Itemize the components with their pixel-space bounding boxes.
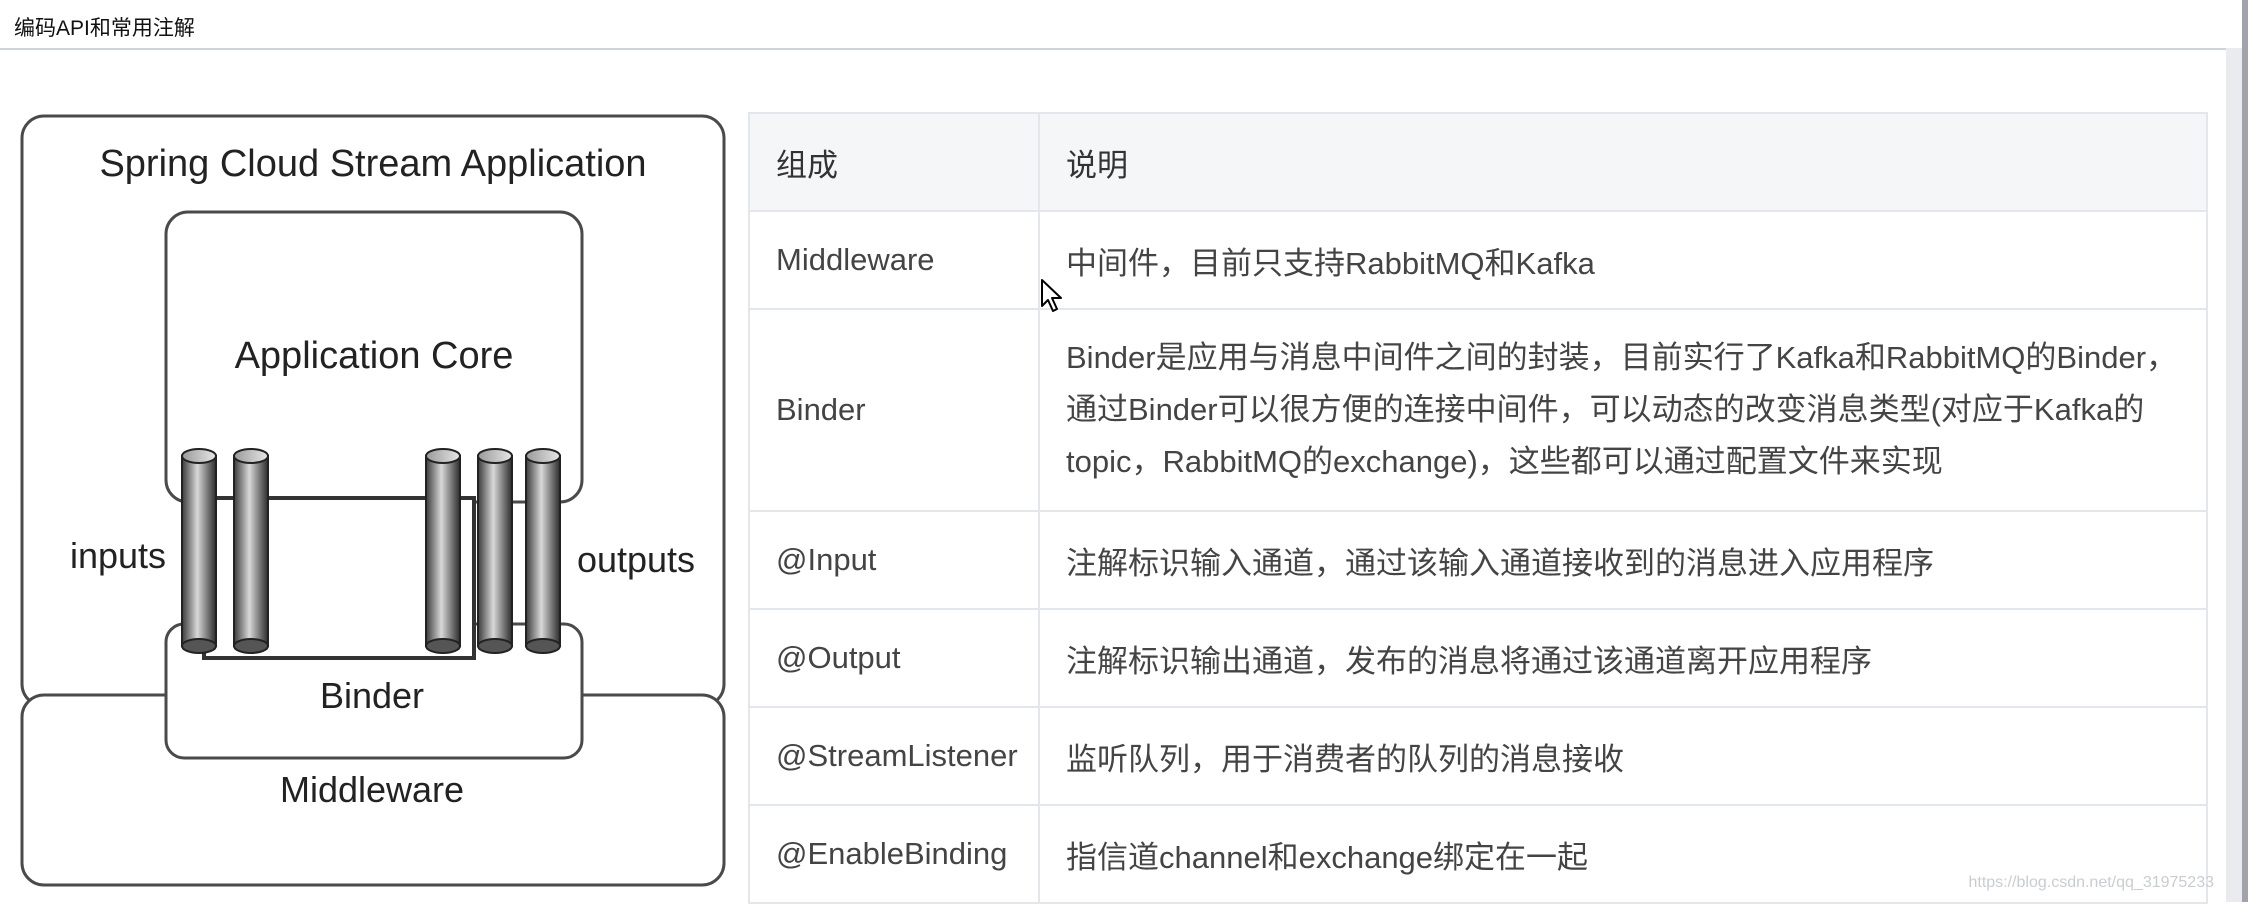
annotation-table: 组成 说明 Middleware 中间件，目前只支持RabbitMQ和Kafka… bbox=[748, 112, 2208, 904]
output-channel-1 bbox=[425, 448, 461, 654]
annotation-table-container: 组成 说明 Middleware 中间件，目前只支持RabbitMQ和Kafka… bbox=[748, 112, 2208, 904]
row-description: Binder是应用与消息中间件之间的封装，目前实行了Kafka和RabbitMQ… bbox=[1038, 308, 2208, 512]
architecture-diagram: Spring Cloud Stream Application Applicat… bbox=[18, 112, 728, 890]
row-name: Middleware bbox=[748, 210, 1040, 310]
table-row: @Output 注解标识输出通道，发布的消息将通过该通道离开应用程序 bbox=[748, 608, 2208, 708]
header-description: 说明 bbox=[1038, 112, 2208, 212]
scroll-track[interactable] bbox=[2226, 48, 2242, 902]
header-component: 组成 bbox=[748, 112, 1040, 212]
table-row: @StreamListener 监听队列，用于消费者的队列的消息接收 bbox=[748, 706, 2208, 806]
window-edge bbox=[2242, 0, 2248, 902]
row-name: @StreamListener bbox=[748, 706, 1040, 806]
row-description: 中间件，目前只支持RabbitMQ和Kafka bbox=[1038, 210, 2208, 310]
watermark: https://blog.csdn.net/qq_31975233 bbox=[1968, 874, 2214, 891]
input-channel-1 bbox=[181, 448, 217, 654]
diagram-inputs-label: inputs bbox=[70, 535, 166, 576]
input-channel-2 bbox=[233, 448, 269, 654]
window-title: 编码API和常用注解 bbox=[14, 17, 195, 40]
row-name: Binder bbox=[748, 308, 1040, 512]
row-description: 注解标识输出通道，发布的消息将通过该通道离开应用程序 bbox=[1038, 608, 2208, 708]
row-name: @Input bbox=[748, 510, 1040, 610]
row-description: 监听队列，用于消费者的队列的消息接收 bbox=[1038, 706, 2208, 806]
table-header-row: 组成 说明 bbox=[748, 112, 2208, 212]
diagram-binder-label: Binder bbox=[320, 675, 424, 716]
diagram-middleware-label: Middleware bbox=[280, 769, 464, 810]
diagram-outer-title: Spring Cloud Stream Application bbox=[99, 143, 646, 185]
table-row: Binder Binder是应用与消息中间件之间的封装，目前实行了Kafka和R… bbox=[748, 308, 2208, 512]
row-description: 注解标识输入通道，通过该输入通道接收到的消息进入应用程序 bbox=[1038, 510, 2208, 610]
diagram-core-label: Application Core bbox=[235, 335, 514, 377]
title-bar: 编码API和常用注解 bbox=[0, 0, 2248, 50]
mouse-cursor-icon bbox=[1040, 278, 1066, 319]
output-channel-3 bbox=[525, 448, 561, 654]
table-row: @Input 注解标识输入通道，通过该输入通道接收到的消息进入应用程序 bbox=[748, 510, 2208, 610]
row-name: @Output bbox=[748, 608, 1040, 708]
table-row: Middleware 中间件，目前只支持RabbitMQ和Kafka bbox=[748, 210, 2208, 310]
row-name: @EnableBinding bbox=[748, 804, 1040, 904]
diagram-outputs-label: outputs bbox=[577, 539, 695, 580]
output-channel-2 bbox=[477, 448, 513, 654]
